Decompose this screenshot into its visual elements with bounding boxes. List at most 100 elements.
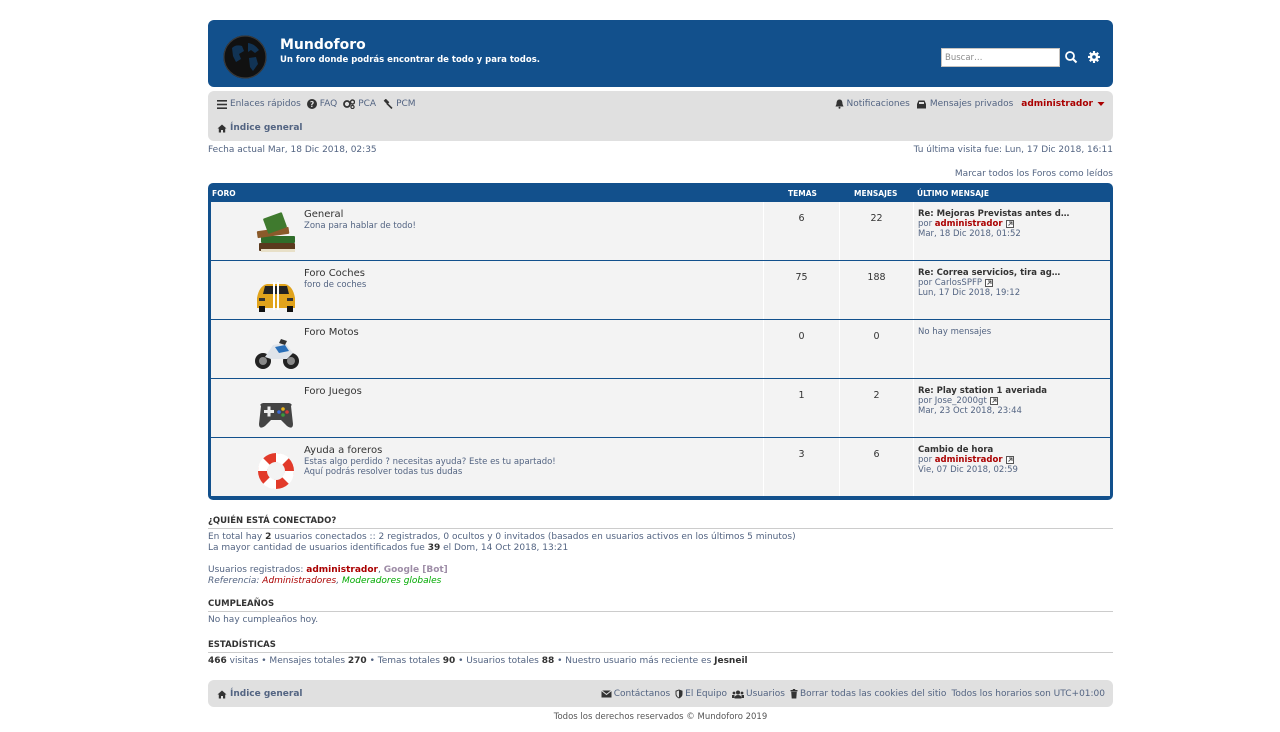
globe-logo-icon[interactable]: [222, 34, 268, 80]
gear-icon[interactable]: [1087, 50, 1101, 64]
users-total: 88: [541, 656, 555, 666]
who-is-online-section: ¿QUIÉN ESTÁ CONECTADO? En total hay 2 us…: [208, 516, 1113, 587]
posts-count: 6: [839, 438, 913, 496]
username-menu[interactable]: administrador: [1021, 99, 1093, 109]
bell-icon: [835, 99, 844, 109]
forum-title[interactable]: General: [304, 209, 343, 220]
quick-links-label: Enlaces rápidos: [230, 99, 301, 109]
last-post-author[interactable]: CarlosSPFP: [935, 278, 982, 288]
gamepad-icon[interactable]: [251, 386, 301, 434]
statistics-text: 466 visitas • Mensajes totales 270 • Tem…: [208, 656, 1113, 667]
breadcrumb[interactable]: Índice general: [217, 123, 303, 133]
footer-navbar: Índice general Contáctanos El Equipo Usu…: [208, 680, 1113, 707]
mcp-label: PCM: [396, 99, 416, 109]
text: Usuarios registrados:: [208, 565, 307, 575]
last-post-author[interactable]: Jose_2000gt: [935, 396, 987, 406]
delete-cookies-link[interactable]: Borrar todas las cookies del sitio: [790, 689, 946, 699]
breadcrumb-label: Índice general: [230, 123, 303, 133]
delete-cookies-label: Borrar todas las cookies del sitio: [799, 689, 947, 699]
forum-row: Ayuda a foreros Estas algo perdido ? nec…: [211, 437, 1110, 496]
online-user-bot[interactable]: Google [Bot]: [384, 565, 448, 575]
last-post-title[interactable]: Re: Correa servicios, tira ag…: [918, 268, 1111, 278]
last-post-date: Mar, 23 Oct 2018, 23:44: [918, 406, 1022, 416]
forum-title[interactable]: Foro Motos: [304, 327, 359, 338]
last-post-date: Lun, 17 Dic 2018, 19:12: [918, 288, 1021, 298]
team-link[interactable]: El Equipo: [675, 689, 727, 699]
lifebuoy-icon[interactable]: [251, 445, 301, 493]
who-is-online-title[interactable]: ¿QUIÉN ESTÁ CONECTADO?: [208, 516, 1113, 529]
view-post-icon[interactable]: [1005, 455, 1014, 464]
acp-link[interactable]: PCA: [343, 99, 376, 109]
posts-count: 2: [839, 379, 913, 437]
by-prefix: por: [918, 219, 935, 229]
newest-user-link[interactable]: Jesneil: [714, 656, 748, 666]
notifications-link[interactable]: Notificaciones: [835, 99, 910, 109]
forum-description: Zona para hablar de todo!: [304, 221, 416, 231]
faq-link[interactable]: ? FAQ: [306, 99, 338, 109]
members-link[interactable]: Usuarios: [732, 689, 785, 699]
view-post-icon[interactable]: [1005, 219, 1014, 228]
text: La mayor cantidad de usuarios identifica…: [208, 543, 428, 553]
car-icon[interactable]: [251, 268, 301, 316]
online-line-2: La mayor cantidad de usuarios identifica…: [208, 543, 1113, 554]
birthdays-text: No hay cumpleaños hoy.: [208, 615, 319, 625]
envelope-icon: [600, 690, 612, 698]
last-post-date: Vie, 07 Dic 2018, 02:59: [918, 465, 1018, 475]
forum-row: Foro Motos 0 0 No hay mensajes: [211, 319, 1110, 378]
private-messages-link[interactable]: Mensajes privados: [916, 99, 1013, 109]
forum-desc-line: Estas algo perdido ? necesitas ayuda? Es…: [304, 457, 556, 467]
last-post-title[interactable]: Cambio de hora: [918, 445, 1111, 455]
mcp-link[interactable]: PCM: [382, 99, 416, 109]
header-posts: MENSAJES: [854, 189, 898, 198]
birthdays-title: CUMPLEAÑOS: [208, 599, 1113, 612]
posts-total: 270: [347, 656, 367, 666]
books-icon[interactable]: [251, 209, 301, 257]
header-forum: FORO: [212, 189, 236, 198]
last-post-title[interactable]: Re: Play station 1 averiada: [918, 386, 1111, 396]
legend-mods-link[interactable]: Moderadores globales: [342, 576, 441, 586]
by-prefix: por: [918, 278, 935, 288]
text: visitas • Mensajes totales: [226, 656, 348, 666]
text: En total hay: [208, 532, 266, 542]
text: Referencia:: [208, 576, 263, 586]
last-post-author[interactable]: administrador: [935, 219, 1003, 229]
copyright: Todos los derechos reservados © Mundofor…: [553, 712, 768, 722]
last-post-cell: No hay mensajes: [913, 320, 1111, 378]
forum-title[interactable]: Foro Juegos: [304, 386, 362, 397]
online-user-admin[interactable]: administrador: [306, 565, 378, 575]
users-icon: [732, 690, 745, 698]
user-nav: Notificaciones Mensajes privados adminis…: [835, 99, 1105, 109]
search-icon[interactable]: [1064, 50, 1078, 64]
gavel-icon: [383, 99, 393, 109]
mark-forums-read-link[interactable]: Marcar todos los Foros como leídos: [208, 169, 1113, 179]
cogs-icon: [343, 99, 356, 109]
posts-count: 22: [839, 202, 913, 260]
registered-users-line: Usuarios registrados: administrador, Goo…: [208, 565, 1113, 576]
topics-total: 90: [442, 656, 456, 666]
last-post-author[interactable]: administrador: [935, 455, 1003, 465]
search-input[interactable]: Buscar…: [941, 48, 1060, 67]
site-title[interactable]: Mundoforo: [280, 37, 366, 53]
last-post-title[interactable]: Re: Mejoras Previstas antes d…: [918, 209, 1111, 219]
motorcycle-icon[interactable]: [251, 327, 301, 375]
caret-down-icon[interactable]: [1097, 101, 1105, 107]
record-count: 39: [427, 543, 441, 553]
forum-title[interactable]: Foro Coches: [304, 268, 365, 279]
forum-desc-line: Zona para hablar de todo!: [304, 221, 416, 231]
last-post-cell: Cambio de hora por administrador Vie, 07…: [913, 438, 1111, 496]
site-header: Mundoforo Un foro donde podrás encontrar…: [208, 20, 1113, 87]
view-post-icon[interactable]: [989, 396, 998, 405]
forum-desc-line: Aquí podrás resolver todas tus dudas: [304, 467, 463, 477]
contact-link[interactable]: Contáctanos: [600, 689, 670, 699]
legend-admins-link[interactable]: Administradores: [262, 576, 336, 586]
footer-breadcrumb[interactable]: Índice general: [217, 689, 303, 699]
forum-row: Foro Juegos 1 2 Re: Play station 1 averi…: [211, 378, 1110, 437]
faq-label: FAQ: [319, 99, 338, 109]
last-visit: Tu última visita fue: Lun, 17 Dic 2018, …: [913, 145, 1113, 155]
forum-desc-line: foro de coches: [304, 280, 367, 290]
quick-links-menu[interactable]: Enlaces rápidos: [217, 99, 301, 109]
view-post-icon[interactable]: [984, 278, 993, 287]
last-post-author-line: por Jose_2000gt: [918, 396, 1111, 406]
forum-title[interactable]: Ayuda a foreros: [304, 445, 382, 456]
nav-links: Enlaces rápidos ? FAQ PCA PCM: [217, 99, 422, 109]
